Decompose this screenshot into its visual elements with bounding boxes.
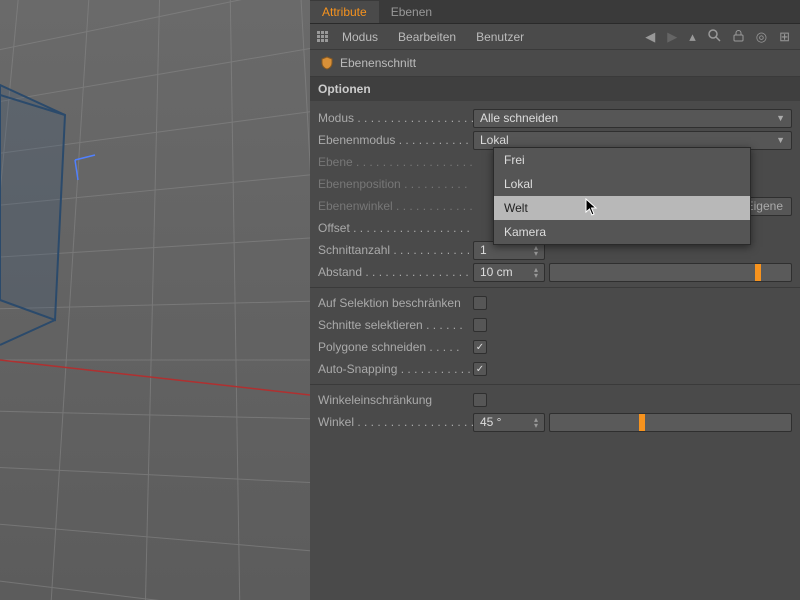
panel-tabs: Attribute Ebenen xyxy=(310,0,800,24)
attribute-panel: Attribute Ebenen Modus Bearbeiten Benutz… xyxy=(310,0,800,600)
nav-up-icon[interactable]: ▴ xyxy=(685,29,700,45)
label-winkeleinschraenkung: Winkeleinschränkung xyxy=(318,393,473,407)
object-header: Ebenenschnitt xyxy=(310,50,800,77)
grid-icon[interactable] xyxy=(316,30,330,44)
popup-option-kamera[interactable]: Kamera xyxy=(494,220,750,244)
label-polygone-schneiden: Polygone schneiden . . . . . xyxy=(318,340,473,354)
chevron-down-icon: ▼ xyxy=(776,113,785,123)
label-winkel: Winkel . . . . . . . . . . . . . . . . .… xyxy=(318,415,473,429)
label-auto-snapping: Auto-Snapping . . . . . . . . . . . . xyxy=(318,362,473,376)
popup-option-welt[interactable]: Welt xyxy=(494,196,750,220)
dropdown-popup-ebenenmodus[interactable]: Frei Lokal Welt Kamera xyxy=(493,147,751,245)
new-icon[interactable]: ⊞ xyxy=(775,29,794,45)
checkbox-auf-selektion[interactable] xyxy=(473,296,487,310)
attribute-menubar: Modus Bearbeiten Benutzer ◀ ▶ ▴ ◎ ⊞ xyxy=(310,24,800,50)
spinner-icon[interactable]: ▴▾ xyxy=(534,245,538,256)
label-schnittanzahl: Schnittanzahl . . . . . . . . . . . . . xyxy=(318,243,473,257)
menu-bearbeiten[interactable]: Bearbeiten xyxy=(390,28,464,46)
label-ebenenwinkel: Ebenenwinkel . . . . . . . . . . . . xyxy=(318,199,473,213)
lock-icon[interactable] xyxy=(729,29,748,45)
section-optionen: Optionen xyxy=(310,77,800,101)
label-modus: Modus . . . . . . . . . . . . . . . . . … xyxy=(318,111,473,125)
checkbox-winkeleinschraenkung[interactable] xyxy=(473,393,487,407)
dropdown-modus[interactable]: Alle schneiden▼ xyxy=(473,109,792,128)
nav-back-icon[interactable]: ◀ xyxy=(641,29,659,45)
popup-option-lokal[interactable]: Lokal xyxy=(494,172,750,196)
label-auf-selektion: Auf Selektion beschränken xyxy=(318,296,473,310)
label-ebenenposition: Ebenenposition . . . . . . . . . . xyxy=(318,177,473,191)
label-abstand: Abstand . . . . . . . . . . . . . . . . … xyxy=(318,265,473,279)
label-ebene: Ebene . . . . . . . . . . . . . . . . . … xyxy=(318,155,473,169)
label-schnitte-selektieren: Schnitte selektieren . . . . . . xyxy=(318,318,473,332)
object-name: Ebenenschnitt xyxy=(340,56,416,70)
nav-fwd-icon: ▶ xyxy=(663,29,681,45)
tab-ebenen[interactable]: Ebenen xyxy=(379,1,444,23)
3d-viewport[interactable] xyxy=(0,0,310,600)
menu-modus[interactable]: Modus xyxy=(334,28,386,46)
target-icon[interactable]: ◎ xyxy=(752,29,771,45)
search-icon[interactable] xyxy=(704,29,725,45)
shield-icon xyxy=(320,56,334,70)
spinner-icon[interactable]: ▴▾ xyxy=(534,417,538,428)
input-winkel[interactable]: 45 ° ▴▾ xyxy=(473,413,545,432)
label-offset: Offset . . . . . . . . . . . . . . . . .… xyxy=(318,221,473,235)
spinner-icon[interactable]: ▴▾ xyxy=(534,267,538,278)
checkbox-polygone-schneiden[interactable]: ✓ xyxy=(473,340,487,354)
slider-winkel[interactable] xyxy=(549,413,792,432)
checkbox-auto-snapping[interactable]: ✓ xyxy=(473,362,487,376)
popup-option-frei[interactable]: Frei xyxy=(494,148,750,172)
chevron-down-icon: ▼ xyxy=(776,135,785,145)
checkbox-schnitte-selektieren[interactable] xyxy=(473,318,487,332)
input-abstand[interactable]: 10 cm ▴▾ xyxy=(473,263,545,282)
menu-benutzer[interactable]: Benutzer xyxy=(468,28,532,46)
slider-abstand[interactable] xyxy=(549,263,792,282)
label-ebenenmodus: Ebenenmodus . . . . . . . . . . . . xyxy=(318,133,473,147)
tab-attribute[interactable]: Attribute xyxy=(310,1,379,23)
